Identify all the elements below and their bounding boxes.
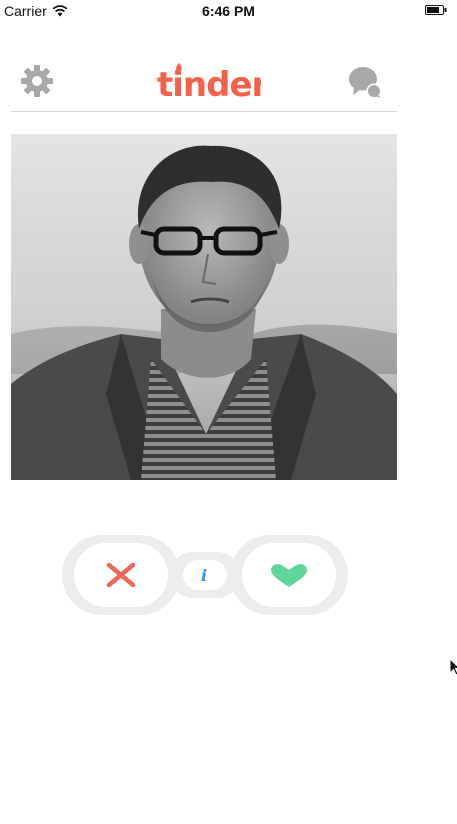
gear-icon[interactable] bbox=[19, 63, 55, 99]
mouse-cursor-icon bbox=[449, 658, 457, 676]
status-bar: Carrier 6:46 PM bbox=[0, 0, 457, 22]
profile-photo-image bbox=[11, 134, 397, 480]
info-label: i bbox=[201, 566, 207, 584]
like-button[interactable] bbox=[230, 535, 348, 615]
profile-photo[interactable] bbox=[11, 134, 397, 480]
heart-icon bbox=[271, 564, 307, 587]
chat-bubbles-icon[interactable] bbox=[347, 64, 383, 100]
x-icon bbox=[106, 563, 136, 587]
dislike-button[interactable] bbox=[62, 535, 180, 615]
top-navigation: tinder bbox=[11, 55, 397, 112]
info-icon: i bbox=[201, 566, 207, 584]
action-buttons: i bbox=[62, 535, 348, 615]
logo-text: tinder bbox=[157, 65, 261, 103]
battery-icon bbox=[425, 5, 447, 15]
clock: 6:46 PM bbox=[202, 3, 255, 19]
tinder-logo: tinder bbox=[157, 63, 261, 103]
